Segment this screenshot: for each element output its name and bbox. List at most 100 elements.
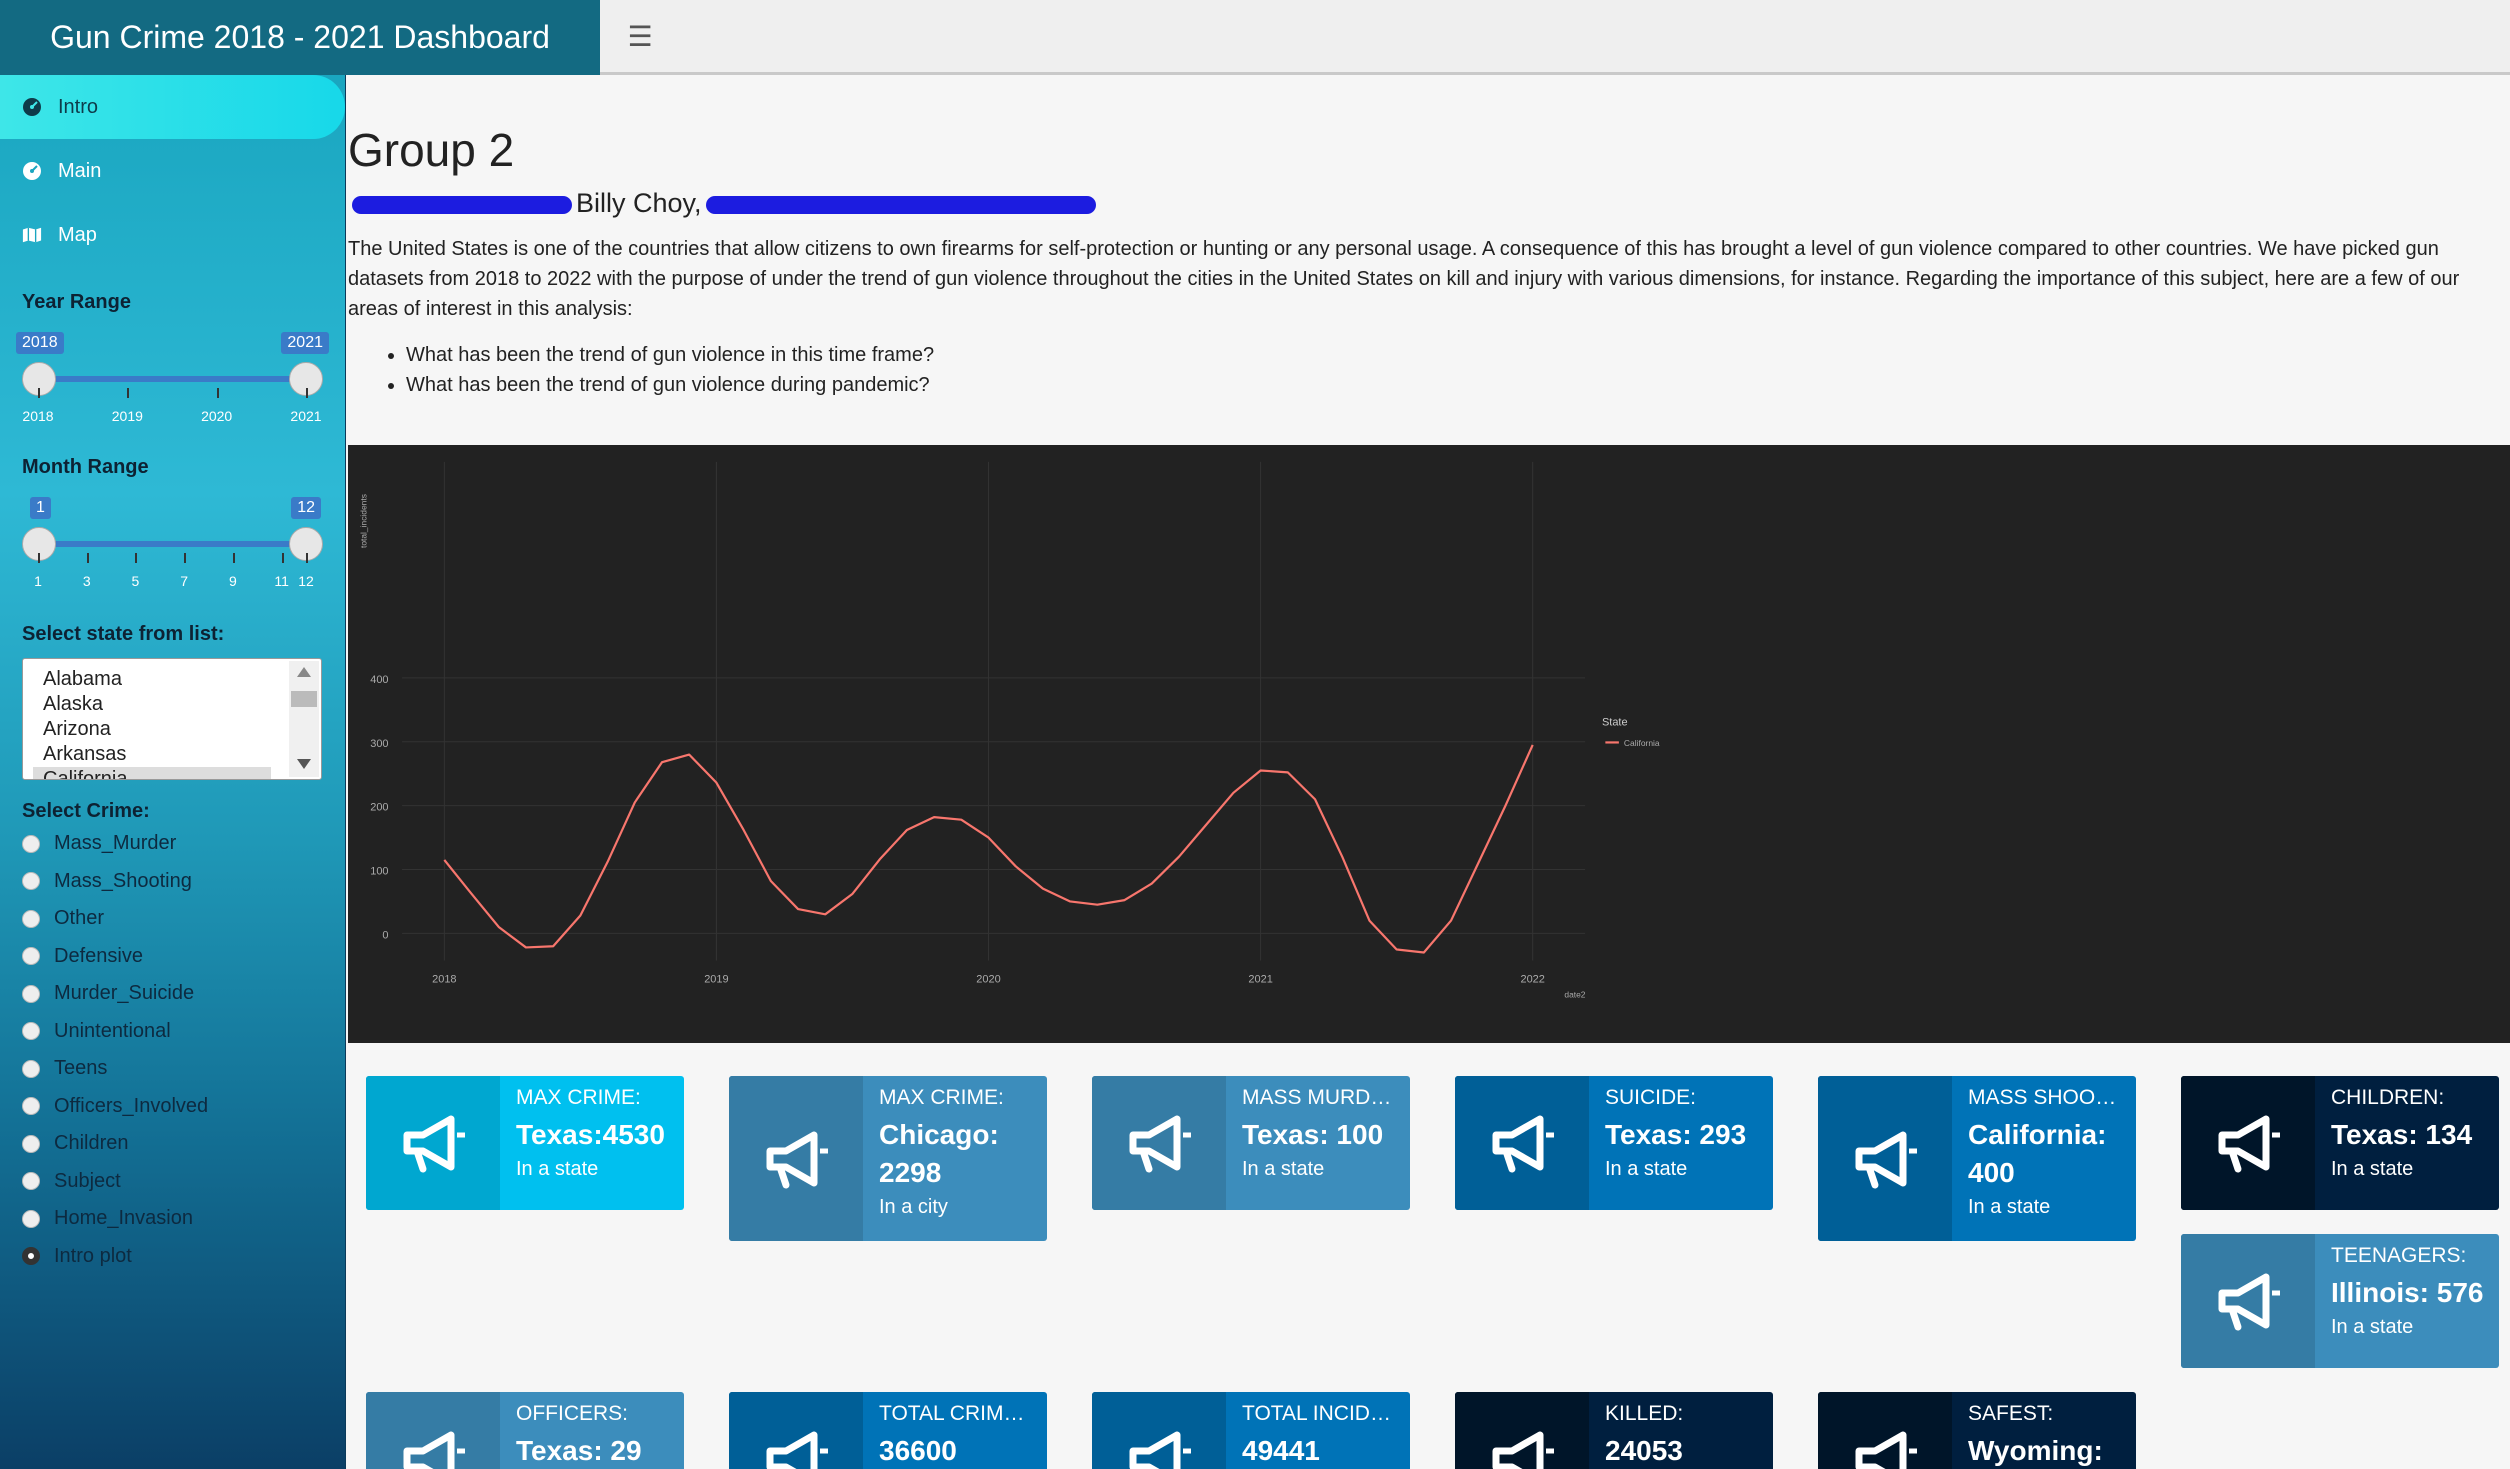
value-box-caption: MASS SHOOTING: [1968,1086,2126,1109]
scroll-down-icon[interactable] [297,759,311,769]
value-box: TOTAL INCIDENTS: 49441 [1092,1392,1410,1469]
value-box-caption: TOTAL CRIMES: [879,1402,1037,1425]
map-icon [22,225,42,245]
crime-radio-option[interactable]: Other [0,900,345,938]
y-tick-label: 100 [370,866,388,878]
state-option[interactable]: Arkansas [23,742,321,767]
hamburger-icon[interactable]: ☰ [620,16,660,56]
state-option[interactable]: California [33,767,271,779]
crime-radio-option[interactable]: Children [0,1125,345,1163]
value-box-value: Illinois: 576 [2331,1277,2484,1308]
legend-label: California [1624,738,1660,748]
slider-tick [38,553,40,563]
radio-button-icon[interactable] [22,1134,40,1153]
sidebar-item-label: Main [58,159,102,182]
value-box: TEENAGERS: Illinois: 576 In a state [2181,1234,2499,1368]
value-box-value: Texas: 134 [2331,1119,2473,1150]
value-box-value: 24053 [1605,1435,1683,1466]
value-box-value: Wyoming: [1968,1435,2103,1466]
megaphone-icon [1818,1076,1952,1241]
crime-radio-option[interactable]: Mass_Murder [0,825,345,863]
crime-radio-option[interactable]: Intro plot [0,1238,345,1276]
radio-button-icon[interactable] [22,1209,40,1228]
radio-button-icon[interactable] [22,872,40,891]
megaphone-icon [2181,1234,2315,1368]
scroll-up-icon[interactable] [297,667,311,677]
radio-button-icon[interactable] [22,1022,40,1041]
crime-radio-option[interactable]: Unintentional [0,1013,345,1051]
radio-button-icon[interactable] [22,947,40,966]
y-tick-label: 200 [370,802,388,814]
state-option[interactable]: Arizona [23,717,321,742]
megaphone-icon [366,1076,500,1210]
megaphone-icon [1092,1392,1226,1469]
value-box-caption: MAX CRIME: [879,1086,1004,1109]
incident-trend-chart[interactable]: 0 100 200 300 400 2018 2019 2020 2021 2022 total_i… [348,445,2510,1043]
dashboard-icon [22,161,42,181]
value-box-subtitle: In a state [2331,1316,2414,1338]
crime-radio-option[interactable]: Teens [0,1050,345,1088]
radio-label: Officers_Involved [54,1094,209,1117]
radio-button-icon[interactable] [22,984,40,1003]
crime-radio-option[interactable]: Officers_Involved [0,1088,345,1126]
x-tick-label: 2022 [1520,973,1544,985]
list-item: What has been the trend of gun violence … [406,370,934,400]
y-axis-label: total_incidents [359,494,369,548]
value-box: OFFICERS: Texas: 29 [366,1392,684,1469]
megaphone-icon [1092,1076,1226,1210]
value-box: MASS SHOOTING: California: 400 In a state [1818,1076,2136,1241]
slider-tick-label: 2021 [290,408,322,424]
radio-label: Children [54,1132,129,1155]
sidebar-item-label: Map [58,223,97,246]
slider-tick-label: 2019 [111,408,143,424]
radio-button-icon[interactable] [22,909,40,928]
sidebar-item-map[interactable]: Map [0,203,345,267]
listbox-scrollbar[interactable] [289,661,319,777]
state-listbox[interactable]: Alabama Alaska Arizona Arkansas Californ… [22,658,322,780]
state-option[interactable]: Alaska [23,692,321,717]
value-box-value: Chicago: 2298 [879,1119,999,1188]
sidebar-item-intro[interactable]: Intro [0,75,345,139]
state-option[interactable]: Alabama [23,667,321,692]
crime-radio-option[interactable]: Defensive [0,938,345,976]
sidebar-item-main[interactable]: Main [0,139,345,203]
value-box-subtitle: In a state [2331,1158,2414,1180]
radio-button-icon[interactable] [22,1059,40,1078]
authors-line: Billy Choy, [348,188,1100,219]
crime-radio-option[interactable]: Murder_Suicide [0,975,345,1013]
megaphone-icon [1455,1076,1589,1210]
crime-radio-option[interactable]: Home_Invasion [0,1200,345,1238]
radio-button-icon[interactable] [22,1247,40,1266]
x-tick-label: 2018 [432,973,456,985]
month-range-slider[interactable]: 1 12 1 3 5 7 9 11 12 [0,485,345,595]
slider-tick [38,388,40,398]
state-select-label: Select state from list: [22,623,225,645]
radio-label: Intro plot [54,1244,132,1267]
megaphone-icon [729,1076,863,1241]
radio-label: Defensive [54,944,143,967]
slider-from-badge: 1 [30,497,51,519]
crime-radio-option[interactable]: Subject [0,1163,345,1201]
slider-tick-label: 9 [229,573,237,589]
value-box: CHILDREN: Texas: 134 In a state [2181,1076,2499,1210]
chart-svg: 0 100 200 300 400 2018 2019 2020 2021 2022 total_i… [359,461,1660,1000]
radio-button-icon[interactable] [22,1172,40,1191]
page-title: Group 2 [348,124,515,176]
value-box-caption: SUICIDE: [1605,1086,1697,1109]
value-box-caption: SAFEST: [1968,1402,2054,1425]
radio-label: Murder_Suicide [54,982,195,1005]
crime-radio-option[interactable]: Mass_Shooting [0,863,345,901]
sidebar: Intro Main Map Year Range 2018 2021 2018… [0,75,346,1469]
slider-tick [306,553,308,563]
year-range-slider[interactable]: 2018 2021 2018 2019 2020 2021 [0,320,345,430]
radio-button-icon[interactable] [22,834,40,853]
radio-label: Other [54,907,105,930]
value-box-value: Texas: 100 [1242,1119,1384,1150]
scroll-thumb[interactable] [291,691,317,707]
slider-tick [184,553,187,563]
slider-tick [306,388,308,398]
value-box-caption: KILLED: [1605,1402,1684,1425]
redaction-scribble [352,195,572,214]
value-box-caption: MASS MURDER: [1242,1086,1400,1109]
radio-button-icon[interactable] [22,1097,40,1116]
